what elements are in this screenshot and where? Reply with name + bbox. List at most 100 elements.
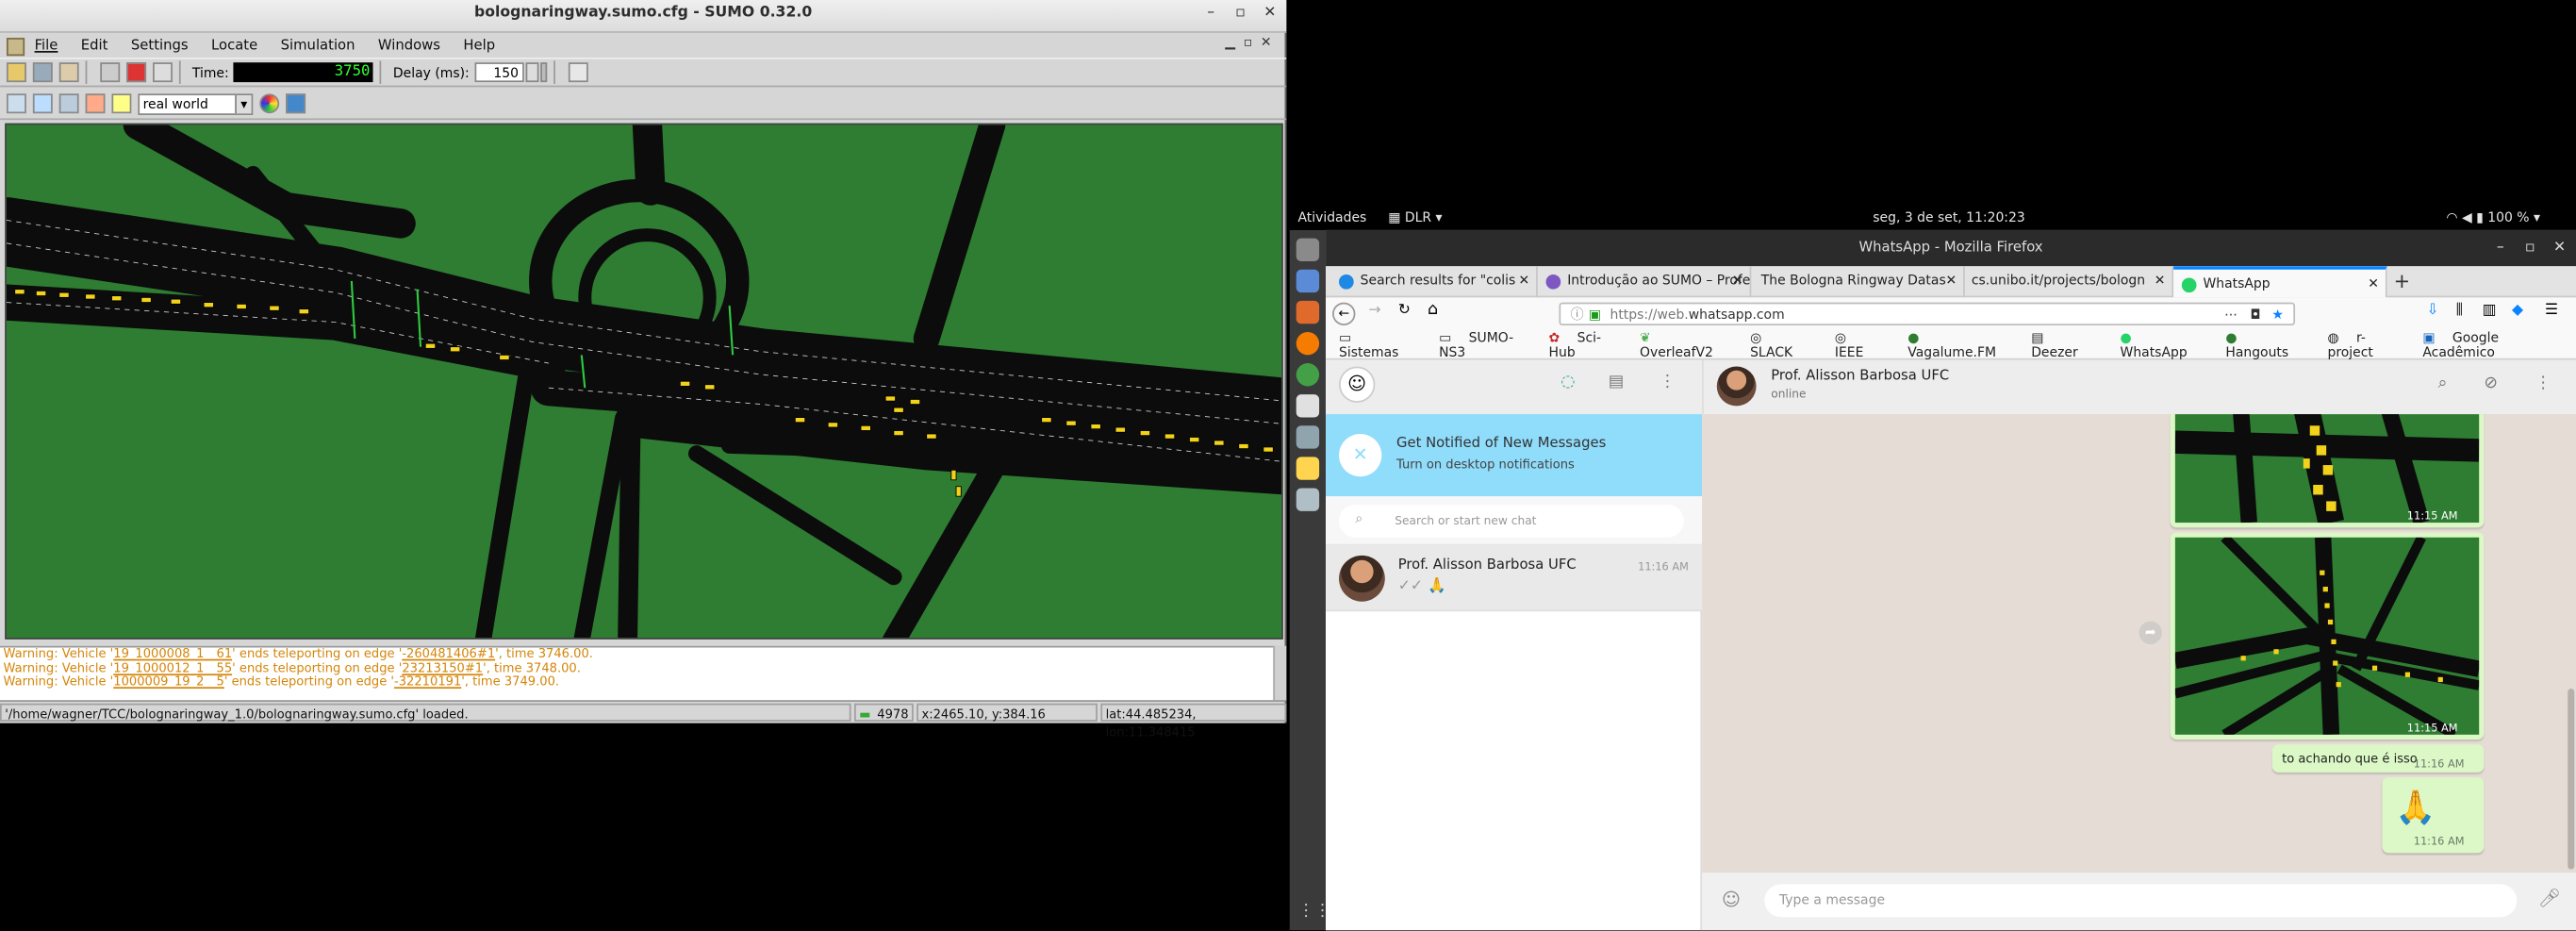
tab-search-results[interactable]: Search results for "colis ✕ [1330,266,1538,298]
bookmark-star-icon[interactable]: ★ [2271,304,2283,325]
contact-avatar[interactable] [1716,366,1757,407]
color-wheel-icon[interactable] [259,93,280,114]
microphone-icon[interactable]: 🎤︎ [2538,888,2561,909]
close-button[interactable]: ✕ [1260,5,1280,21]
menu-dots-icon[interactable]: ⋮ [2535,374,2551,392]
attach-icon[interactable]: ⊘ [2484,374,2498,392]
bookmark-vagalume[interactable]: ● Vagalume.FM [1907,329,2018,358]
close-button[interactable]: ✕ [2550,240,2569,256]
tab-close-icon[interactable]: ✕ [2368,276,2379,291]
dock-chrome-icon[interactable] [1296,363,1320,387]
vehicle-link[interactable]: 1000009_19_2__5 [113,673,224,689]
delay-spinner[interactable] [524,62,538,83]
new-tab-button[interactable]: + [2394,270,2411,292]
simulation-canvas[interactable]: 0 10m [5,123,1283,640]
dock-app-icon[interactable] [1296,488,1320,511]
tab-unibo-projects[interactable]: cs.unibo.it/projects/bologn ✕ [1965,266,2174,298]
firefox-title-bar[interactable]: WhatsApp - Mozilla Firefox – ▫ ✕ [1326,229,2576,267]
menu-locate[interactable]: Locate [211,38,257,54]
bookmark-hangouts[interactable]: ● Hangouts [2225,329,2314,358]
recenter-icon[interactable] [6,93,26,114]
bookmark-slack[interactable]: ◎ SLACK [1750,329,1822,358]
mdi-window-controls[interactable]: ▁▫✕ [1225,35,1280,50]
open-folder-icon[interactable] [6,62,26,83]
bookmark-sumo-ns3[interactable]: ▭ SUMO-NS3 [1439,329,1535,358]
conversation-header[interactable]: Prof. Alisson Barbosa UFC online ⌕ ⊘ ⋮ [1702,359,2576,415]
map-image[interactable] [2174,414,2480,524]
bookmark-sistemas[interactable]: ▭ Sistemas [1339,329,1426,358]
menu-file[interactable]: File [35,38,58,54]
dock-files-icon[interactable] [1296,238,1320,262]
scroll-thumb[interactable] [2568,689,2575,870]
dock-software-icon[interactable] [1296,300,1320,324]
url-bar[interactable]: ⓘ ▣ https://web.whatsapp.com ⋯ ◘ ★ [1559,302,2296,325]
forward-icon[interactable]: ➦ [2138,621,2162,644]
page-actions-icon[interactable]: ⋯ [2224,304,2237,325]
step-icon[interactable] [153,62,173,83]
my-avatar[interactable]: ☺ [1339,366,1376,403]
tab-close-icon[interactable]: ✕ [1732,273,1743,288]
zoom-search-icon[interactable] [32,93,53,114]
downloads-icon[interactable]: ⇩ [2426,303,2438,319]
library-icon[interactable]: ⫼ [2456,303,2463,319]
forward-button[interactable]: → [1368,303,1380,319]
tab-close-icon[interactable]: ✕ [1945,273,1957,288]
bookmark-deezer[interactable]: ▤ Deezer [2031,329,2106,358]
bookmark-whatsapp[interactable]: ● WhatsApp [2121,329,2213,358]
new-view-icon[interactable] [568,62,588,83]
delay-input[interactable]: 150 [473,62,524,83]
menu-icon[interactable]: ☰ [2545,303,2558,319]
minimize-button[interactable]: – [2490,240,2510,256]
status-icon[interactable]: ◌ [1560,374,1575,391]
run-icon[interactable] [100,62,121,83]
tab-whatsapp[interactable]: WhatsApp ✕ [2173,266,2387,298]
reload-icon[interactable] [58,62,79,83]
map-image[interactable] [2174,537,2480,735]
menu-simulation[interactable]: Simulation [281,38,355,54]
sumo-title-bar[interactable]: bolognaringway.sumo.cfg - SUMO 0.32.0 – … [0,0,1287,33]
edge-link[interactable]: 23213150#1 [402,660,483,675]
extension-icon[interactable]: ◆ [2512,303,2523,319]
dock-drive-icon[interactable] [1296,269,1320,293]
pocket-icon[interactable]: ◘ [2250,304,2260,325]
new-chat-icon[interactable]: ▤ [1609,374,1624,391]
dock-notes-icon[interactable] [1296,457,1320,480]
edge-link[interactable]: -260481406#1 [402,646,495,661]
tab-introducao-sumo[interactable]: Introdução ao SUMO – Profe ✕ [1538,266,1752,298]
message-scrollbar[interactable] [1273,645,1287,701]
menu-windows[interactable]: Windows [378,38,440,54]
sidebar-icon[interactable]: ▥ [2483,303,2497,319]
menu-edit[interactable]: Edit [81,38,108,54]
back-button[interactable]: ← [1332,302,1356,325]
bookmark-r-project[interactable]: ◍ r-project [2327,329,2409,358]
notification-banner[interactable]: ✕ Get Notified of New Messages Turn on d… [1326,414,1703,497]
reload-network-icon[interactable] [32,62,53,83]
tab-bologna-ringway[interactable]: The Bologna Ringway Datas ✕ [1751,266,1965,298]
vehicle-link[interactable]: 19_1000012_1__55 [113,660,232,675]
locate-poi-icon[interactable] [111,93,132,114]
emoji-icon[interactable]: ☺ [1722,889,1741,911]
search-input[interactable]: Search or start new chat [1339,504,1684,538]
dock-app-icon[interactable] [1296,425,1320,449]
activities-button[interactable]: Atividades [1297,210,1366,225]
edge-link[interactable]: -32210191 [394,673,461,689]
notify-link[interactable]: Turn on desktop notifications [1396,457,1575,472]
image-message[interactable]: 11:15 AM [2170,414,2485,528]
home-button[interactable]: ⌂ [1428,301,1438,319]
tab-close-icon[interactable]: ✕ [1518,273,1529,288]
emoji-message[interactable]: 🙏 11:16 AM [2382,777,2485,854]
stop-icon[interactable] [126,62,147,83]
system-tray[interactable]: ◠ ◀ ▮ 100 % ▾ [2446,210,2540,225]
screenshot-icon[interactable] [286,93,306,114]
minimize-button[interactable]: – [1201,5,1221,21]
dock-firefox-icon[interactable] [1296,331,1320,356]
menu-dots-icon[interactable]: ⋮ [1660,374,1676,391]
locate-vehicle-icon[interactable] [85,93,106,114]
locate-junction-icon[interactable] [58,93,79,114]
bookmark-ieee[interactable]: ◎ IEEE [1835,329,1894,358]
image-message[interactable]: 11:15 AM [2170,532,2485,740]
message-input[interactable]: Type a message [1764,884,2518,918]
bookmark-google-academico[interactable]: ▣ Google Acadêmico [2422,329,2563,358]
conversation-scrollbar[interactable] [2567,425,2576,870]
tab-close-icon[interactable]: ✕ [2155,273,2166,288]
